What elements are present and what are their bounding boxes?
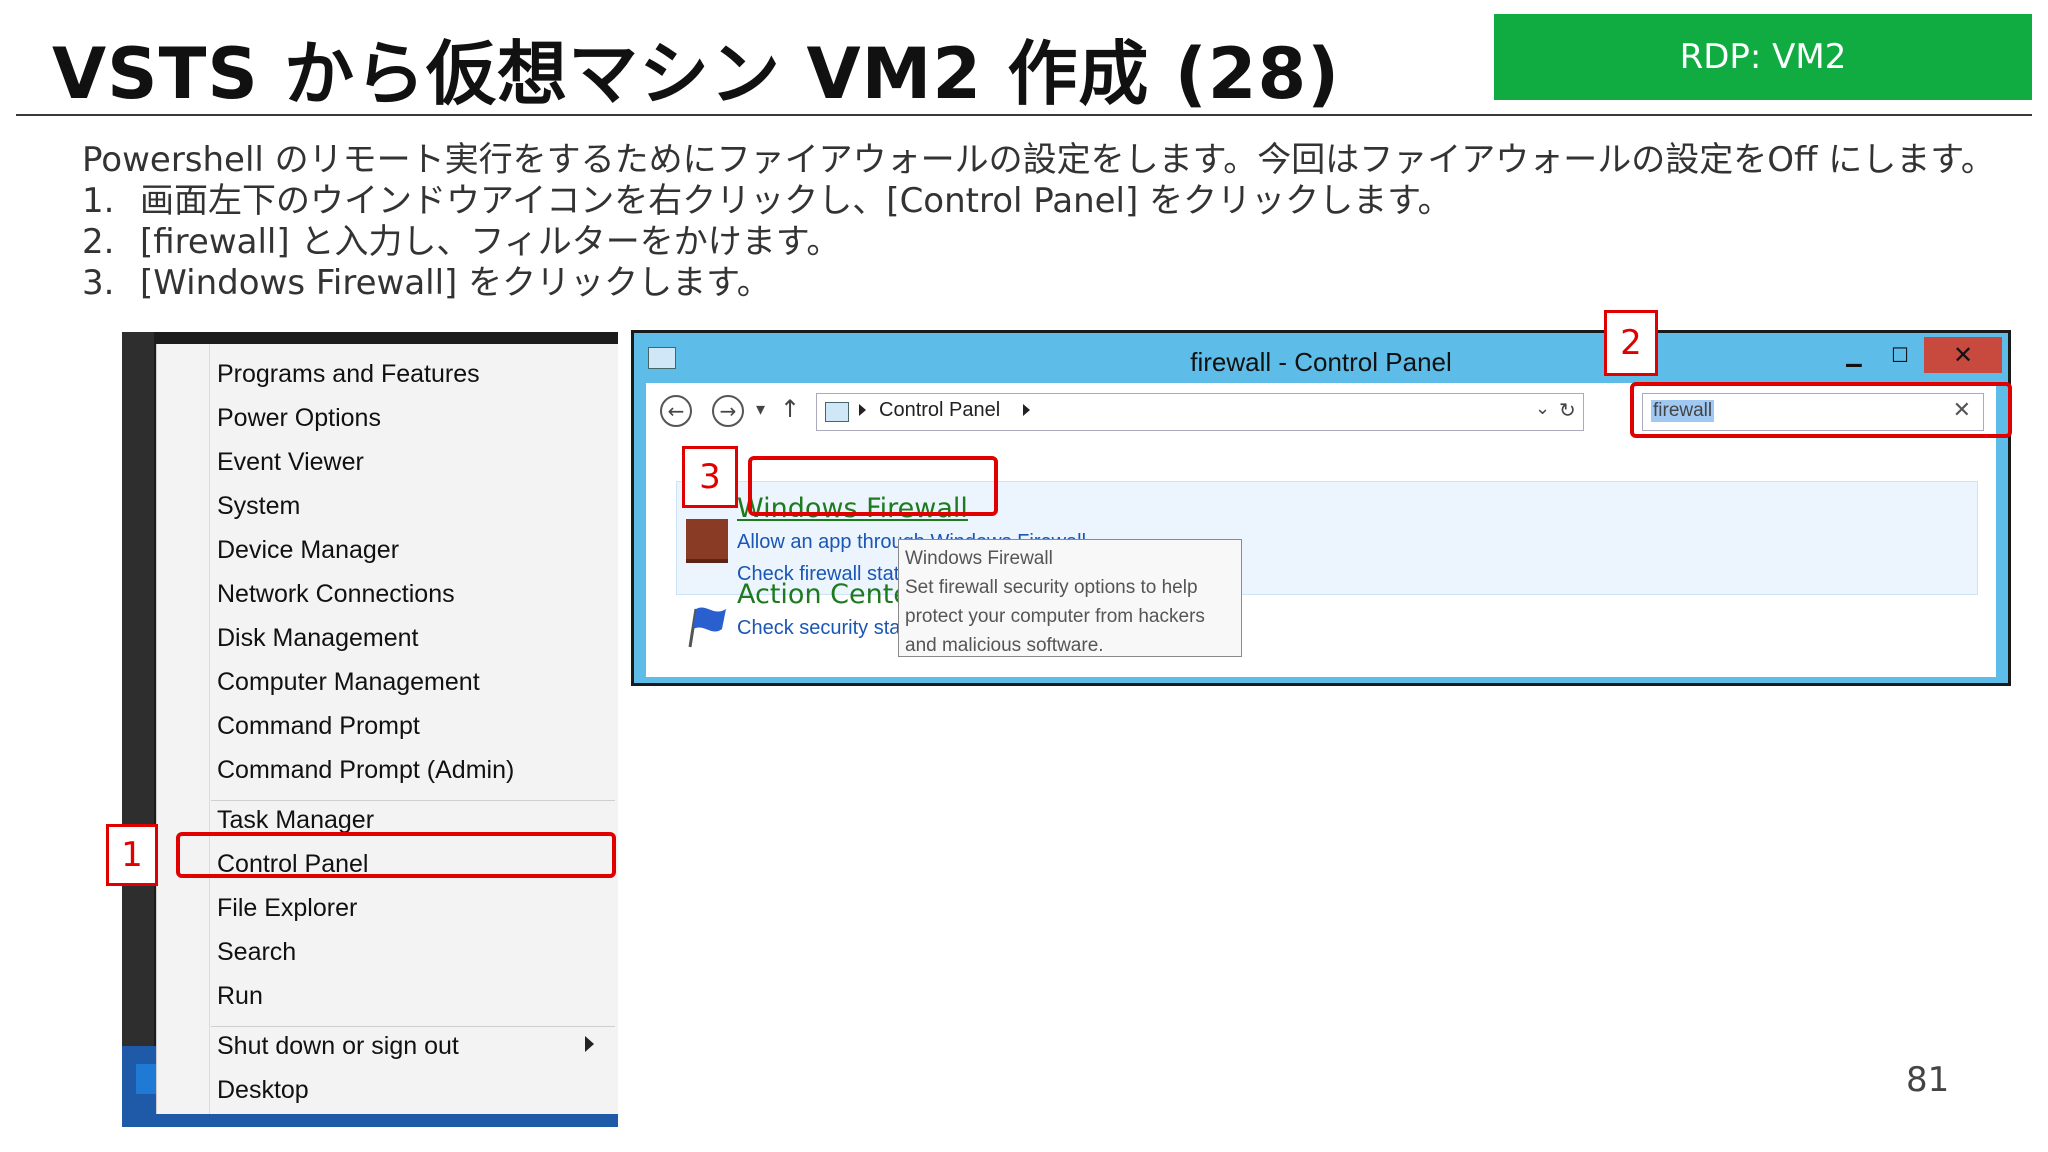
- breadcrumb-separator-icon: [859, 404, 866, 416]
- back-arrow-icon[interactable]: ←: [660, 395, 692, 427]
- window-title: firewall - Control Panel: [1190, 347, 1452, 377]
- menu-item-system[interactable]: System: [217, 492, 300, 521]
- step-text: [Windows Firewall] をクリックします。: [140, 263, 771, 303]
- menu-separator: [211, 800, 615, 801]
- menu-item-command-prompt-admin[interactable]: Command Prompt (Admin): [217, 756, 514, 785]
- firewall-tooltip: Windows Firewall Set firewall security o…: [898, 539, 1242, 657]
- menu-gutter: [209, 344, 210, 1114]
- menu-item-search[interactable]: Search: [217, 938, 296, 967]
- menu-item-task-manager[interactable]: Task Manager: [217, 806, 374, 835]
- recent-pages-chevron-icon[interactable]: ▾: [756, 399, 765, 420]
- menu-item-run[interactable]: Run: [217, 982, 263, 1011]
- windows-firewall-highlight: [748, 456, 998, 516]
- action-center-link[interactable]: Action Center: [737, 579, 921, 610]
- menu-item-network-connections[interactable]: Network Connections: [217, 580, 455, 609]
- menu-item-command-prompt[interactable]: Command Prompt: [217, 712, 420, 741]
- menu-separator: [211, 1026, 615, 1027]
- minimize-button[interactable]: ▁: [1832, 337, 1876, 373]
- address-bar[interactable]: Control Panel ⌄ ↻: [816, 393, 1584, 431]
- menu-item-file-explorer[interactable]: File Explorer: [217, 894, 357, 923]
- menu-item-desktop[interactable]: Desktop: [217, 1076, 309, 1105]
- step-2: 2. [firewall] と入力し、フィルターをかけます。: [82, 222, 1995, 263]
- address-dropdown-icon[interactable]: ⌄: [1535, 398, 1550, 419]
- tooltip-line: and malicious software.: [905, 635, 1104, 656]
- tooltip-line: Windows Firewall: [905, 548, 1053, 569]
- step-text: [firewall] と入力し、フィルターをかけます。: [140, 222, 841, 262]
- callout-number-2: 2: [1604, 310, 1658, 376]
- action-center-flag-icon: [688, 607, 726, 648]
- menu-item-event-viewer[interactable]: Event Viewer: [217, 448, 364, 477]
- menu-item-computer-management[interactable]: Computer Management: [217, 668, 480, 697]
- callout-number-3: 3: [682, 446, 738, 508]
- menu-item-programs-and-features[interactable]: Programs and Features: [217, 360, 480, 389]
- breadcrumb-separator-icon: [1023, 404, 1030, 416]
- callout-number-1: 1: [106, 824, 158, 886]
- tooltip-line: protect your computer from hackers: [905, 606, 1205, 627]
- maximize-button[interactable]: ☐: [1878, 337, 1922, 373]
- search-box-highlight: [1630, 382, 2012, 438]
- slide-title: VSTS から仮想マシン VM2 作成 (28): [52, 33, 1341, 115]
- step-number: 2.: [82, 222, 115, 262]
- title-divider: [16, 114, 2032, 116]
- instructions: Powershell のリモート実行をするためにファイアウォールの設定をします。…: [82, 140, 1995, 304]
- page-number: 81: [1906, 1060, 1950, 1100]
- control-panel-highlight: [176, 832, 616, 878]
- desktop-edge: [122, 332, 154, 1127]
- menu-item-device-manager[interactable]: Device Manager: [217, 536, 399, 565]
- forward-arrow-icon[interactable]: →: [712, 395, 744, 427]
- step-number: 1.: [82, 181, 115, 221]
- close-button[interactable]: ✕: [1924, 337, 2002, 373]
- step-text: 画面左下のウインドウアイコンを右クリックし、[Control Panel] をク…: [140, 181, 1452, 221]
- breadcrumb-control-panel[interactable]: Control Panel: [879, 399, 1000, 422]
- power-menu-screenshot: Programs and Features Power Options Even…: [122, 332, 618, 1127]
- control-panel-icon: [825, 402, 849, 422]
- tooltip-line: Set firewall security options to help: [905, 577, 1198, 598]
- rdp-badge: RDP: VM2: [1494, 14, 2032, 100]
- intro-text: Powershell のリモート実行をするためにファイアウォールの設定をします。…: [82, 140, 1995, 180]
- up-arrow-icon[interactable]: ↑: [780, 395, 800, 423]
- submenu-arrow-icon: [585, 1036, 594, 1052]
- step-number: 3.: [82, 263, 115, 303]
- step-1: 1. 画面左下のウインドウアイコンを右クリックし、[Control Panel] …: [82, 181, 1995, 222]
- refresh-icon[interactable]: ↻: [1559, 398, 1576, 422]
- firewall-icon: [686, 519, 728, 563]
- power-user-menu: Programs and Features Power Options Even…: [156, 344, 618, 1114]
- menu-item-disk-management[interactable]: Disk Management: [217, 624, 418, 653]
- menu-item-power-options[interactable]: Power Options: [217, 404, 381, 433]
- menu-item-shut-down[interactable]: Shut down or sign out: [217, 1032, 459, 1061]
- step-3: 3. [Windows Firewall] をクリックします。: [82, 263, 1995, 304]
